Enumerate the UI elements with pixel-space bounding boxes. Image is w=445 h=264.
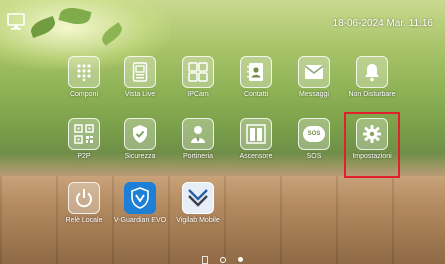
app-v-guardian-evo[interactable]: V-Guardian EVO bbox=[114, 182, 166, 224]
app-rele-locale[interactable]: Relè Locale bbox=[62, 182, 106, 224]
envelope-icon bbox=[298, 56, 330, 88]
dialpad-icon bbox=[68, 56, 100, 88]
app-p2p[interactable]: P2P bbox=[62, 118, 106, 160]
datetime-display: 18-06-2024 Mar. 11:16 bbox=[332, 18, 433, 29]
app-portineria[interactable]: Portineria bbox=[176, 118, 220, 160]
grid-camera-icon bbox=[182, 56, 214, 88]
qr-code-icon bbox=[68, 118, 100, 150]
vigilab-logo-icon bbox=[182, 182, 214, 214]
app-non-disturbare[interactable]: Non Disturbare bbox=[348, 56, 396, 98]
app-sos[interactable]: SOS SOS bbox=[292, 118, 336, 160]
app-label: Non Disturbare bbox=[348, 91, 396, 98]
app-messaggi[interactable]: Messaggi bbox=[292, 56, 336, 98]
concierge-icon bbox=[182, 118, 214, 150]
sos-icon-text: SOS bbox=[307, 131, 321, 137]
page-2-indicator[interactable] bbox=[220, 256, 226, 263]
app-label: Vigilab Mobile bbox=[176, 217, 220, 224]
elevator-icon bbox=[240, 118, 272, 150]
app-vista-live[interactable]: Vista Live bbox=[118, 56, 162, 98]
home-screen: 18-06-2024 Mar. 11:16 Componi Vista Live bbox=[0, 0, 445, 264]
door-station-icon bbox=[124, 56, 156, 88]
page-1-indicator[interactable] bbox=[201, 255, 208, 264]
shield-check-icon bbox=[124, 118, 156, 150]
monitor-icon[interactable] bbox=[6, 12, 26, 32]
selection-highlight bbox=[344, 112, 400, 178]
bell-icon bbox=[356, 56, 388, 88]
power-icon bbox=[68, 182, 100, 214]
app-contatti[interactable]: Contatti bbox=[234, 56, 278, 98]
app-sicurezza[interactable]: Sicurezza bbox=[118, 118, 162, 160]
top-bar: 18-06-2024 Mar. 11:16 bbox=[0, 0, 445, 40]
page-indicator bbox=[0, 251, 445, 264]
contacts-book-icon bbox=[240, 56, 272, 88]
v-guardian-shield-icon bbox=[124, 182, 156, 214]
sos-icon: SOS bbox=[298, 118, 330, 150]
app-vigilab-mobile[interactable]: Vigilab Mobile bbox=[176, 182, 220, 224]
app-ipcam[interactable]: IPCam bbox=[176, 56, 220, 98]
app-ascensore[interactable]: Ascensore bbox=[234, 118, 278, 160]
app-componi[interactable]: Componi bbox=[62, 56, 106, 98]
